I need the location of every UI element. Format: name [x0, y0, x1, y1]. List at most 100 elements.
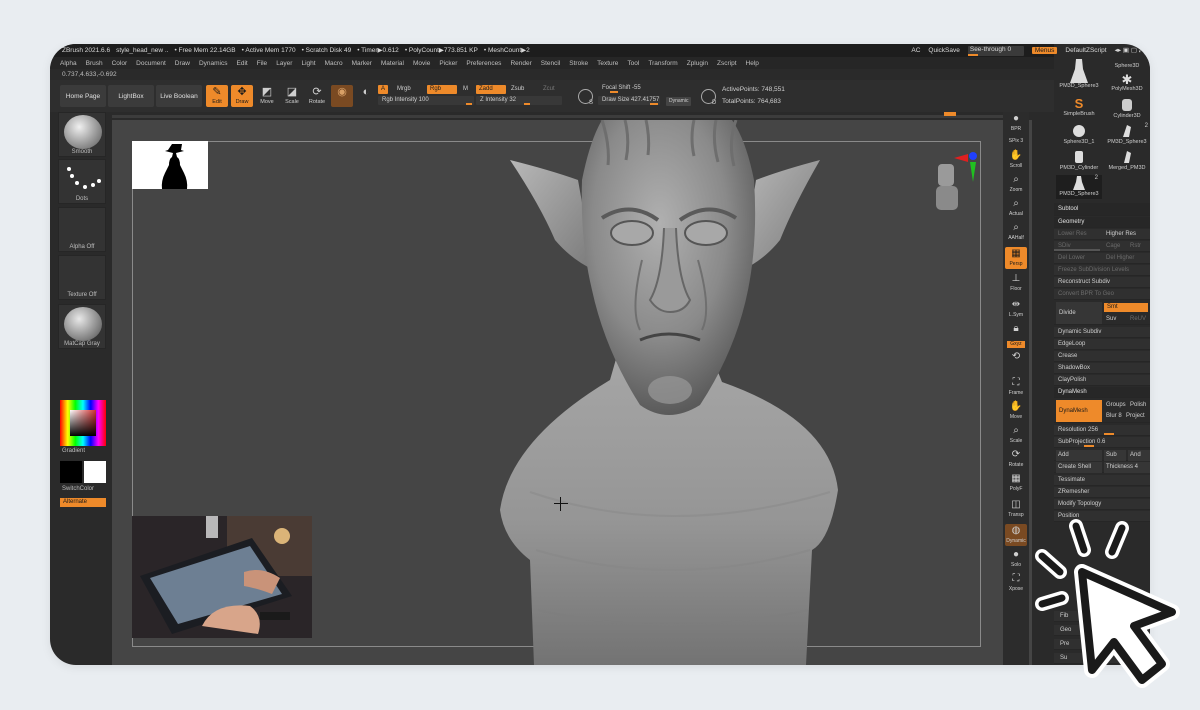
sculpt-bust[interactable] [490, 120, 850, 665]
bpr-button[interactable]: ● BPR [1005, 112, 1027, 134]
polyf-button[interactable]: ▦ PolyF [1005, 472, 1027, 494]
menu-marker[interactable]: Marker [352, 60, 372, 67]
menu-light[interactable]: Light [301, 60, 315, 67]
actual-button[interactable]: ⌕ Actual [1005, 197, 1027, 219]
rotate-view-button[interactable]: ⟳ Rotate [1005, 448, 1027, 470]
scroll-button[interactable]: ✋ Scroll [1005, 149, 1027, 171]
brush-selector[interactable]: Smooth [58, 112, 106, 157]
convert-bpr-button[interactable]: Convert BPR To Geo [1054, 289, 1150, 300]
del-higher-button[interactable]: Del Higher [1106, 253, 1134, 264]
menu-stroke[interactable]: Stroke [569, 60, 588, 67]
dynamesh-button[interactable]: DynaMesh [1056, 400, 1102, 422]
focal-shift-slider[interactable]: Focal Shift -55 [598, 84, 694, 93]
stroke-selector[interactable]: Dots [58, 159, 106, 204]
menu-material[interactable]: Material [381, 60, 404, 67]
thickness-slider[interactable]: Thickness 4 [1104, 462, 1150, 473]
lower-res-button[interactable]: Lower Res Higher Res [1054, 229, 1150, 240]
menu-movie[interactable]: Movie [413, 60, 430, 67]
aahalf-button[interactable]: ⌕ AAHalf [1005, 221, 1027, 243]
a-toggle[interactable]: A [378, 85, 389, 94]
spotlight-button[interactable]: ◐ [355, 85, 377, 107]
claypolish-header[interactable]: ClayPolish [1054, 375, 1150, 386]
switchcolor-button[interactable]: SwitchColor [62, 486, 94, 492]
menu-transform[interactable]: Transform [648, 60, 677, 67]
tool-cylinder3d[interactable]: Cylinder3D [1104, 97, 1150, 121]
and-button[interactable]: And [1128, 450, 1150, 461]
tool-pm3d-sphere3[interactable]: PM3D_Sphere3 [1056, 59, 1102, 93]
move-button[interactable]: ◩ Move [256, 85, 278, 107]
tool-pm3d-sphere3-b[interactable]: PM3D_Sphere3 2 [1104, 123, 1150, 147]
menu-layer[interactable]: Layer [276, 60, 292, 67]
m-toggle[interactable]: M [460, 85, 471, 94]
zcut-toggle[interactable]: Zcut [540, 85, 558, 94]
zsub-toggle[interactable]: Zsub [508, 85, 527, 94]
dynamesh-header[interactable]: DynaMesh [1054, 387, 1150, 398]
silhouette-navigator[interactable] [132, 141, 208, 189]
blur-slider[interactable]: Blur 8 [1106, 411, 1122, 421]
smt-toggle[interactable]: Smt [1104, 303, 1148, 312]
material-selector[interactable]: MatCap Gray [58, 304, 106, 349]
polish-toggle[interactable]: Polish [1130, 400, 1146, 410]
shadowbox-header[interactable]: ShadowBox [1054, 363, 1150, 374]
menu-zscript[interactable]: Zscript [717, 60, 737, 67]
menu-help[interactable]: Help [746, 60, 759, 67]
create-shell-button[interactable]: Create Shell [1056, 462, 1102, 473]
modify-topology-header[interactable]: Modify Topology [1054, 499, 1150, 510]
groups-toggle[interactable]: Groups [1106, 400, 1126, 410]
persp-button[interactable]: ▦ Persp [1005, 247, 1027, 269]
subprojection-slider[interactable]: SubProjection 0.6 [1054, 437, 1150, 448]
zremesher-header[interactable]: ZRemesher [1054, 487, 1150, 498]
color-picker[interactable] [60, 400, 106, 446]
tool-pm3d-sphere3-c[interactable]: PM3D_Sphere3 2 [1056, 175, 1102, 199]
tool-polymesh3d[interactable]: ✱ PolyMesh3D [1104, 73, 1150, 95]
del-lower-button[interactable]: Del Lower Del Higher [1054, 253, 1150, 264]
floor-button[interactable]: ⊥ Floor [1005, 272, 1027, 294]
secondary-color-swatch[interactable] [84, 461, 106, 483]
spix-button[interactable]: SPix 3 [1005, 136, 1027, 146]
rotate-button[interactable]: ⟳ Rotate [306, 85, 328, 107]
draw-size-slider[interactable]: Draw Size 427.41757 [598, 96, 660, 105]
menu-render[interactable]: Render [510, 60, 531, 67]
alternate-button[interactable]: Alternate [60, 498, 106, 507]
rstr-button[interactable]: Rstr [1130, 241, 1141, 252]
alpha-selector[interactable]: Alpha Off [58, 207, 106, 252]
scale-button[interactable]: ◪ Scale [281, 85, 303, 107]
menu-preferences[interactable]: Preferences [466, 60, 501, 67]
add-button[interactable]: Add [1056, 450, 1102, 461]
dynamic-subdiv-header[interactable]: Dynamic Subdiv [1054, 327, 1150, 338]
resolution-slider[interactable]: Resolution 256 [1054, 425, 1150, 436]
crease-header[interactable]: Crease [1054, 351, 1150, 362]
gxyz-button[interactable]: Gxyz [1007, 341, 1025, 348]
menu-file[interactable]: File [257, 60, 267, 67]
lock-button[interactable]: 🔒︎ [1005, 322, 1027, 338]
dynamic-toggle[interactable]: Dynamic [666, 97, 692, 106]
menu-zplugin[interactable]: Zplugin [687, 60, 708, 67]
quicksave-button[interactable]: QuickSave [928, 47, 959, 54]
menu-tool[interactable]: Tool [627, 60, 639, 67]
menu-dynamics[interactable]: Dynamics [199, 60, 228, 67]
frame-button[interactable]: ⛶ Frame [1005, 376, 1027, 398]
reuv-button[interactable]: ReUV [1130, 314, 1146, 324]
draw-button[interactable]: ✥ Draw [231, 85, 253, 107]
lsym-button[interactable]: ⇹ L.Sym [1005, 298, 1027, 320]
menu-stencil[interactable]: Stencil [541, 60, 561, 67]
project-toggle[interactable]: Project [1126, 411, 1145, 421]
material-swatch-button[interactable]: ◉ [331, 85, 353, 107]
geometry-header[interactable]: Geometry [1054, 217, 1150, 228]
menu-color[interactable]: Color [112, 60, 128, 67]
zoom-button[interactable]: ⌕ Zoom [1005, 173, 1027, 195]
divide-button[interactable]: Divide [1056, 302, 1102, 324]
menu-document[interactable]: Document [136, 60, 166, 67]
sub-button[interactable]: Sub [1104, 450, 1126, 461]
tool-pm3d-cylinder[interactable]: PM3D_Cylinder [1056, 149, 1102, 173]
tool-sphere3d[interactable]: Sphere3D [1104, 59, 1150, 73]
sdiv-slider[interactable]: SDiv Cage Rstr [1054, 241, 1150, 252]
mrgb-toggle[interactable]: Mrgb [394, 85, 414, 94]
tool-sphere3d-1[interactable]: Sphere3D_1 [1056, 123, 1102, 147]
menu-alpha[interactable]: Alpha [60, 60, 77, 67]
menu-macro[interactable]: Macro [325, 60, 343, 67]
reconstruct-subdiv-button[interactable]: Reconstruct Subdiv [1054, 277, 1150, 288]
subtool-header[interactable]: Subtool [1054, 203, 1150, 216]
menu-edit[interactable]: Edit [237, 60, 248, 67]
tool-simplebrush[interactable]: S SimpleBrush [1056, 97, 1102, 121]
